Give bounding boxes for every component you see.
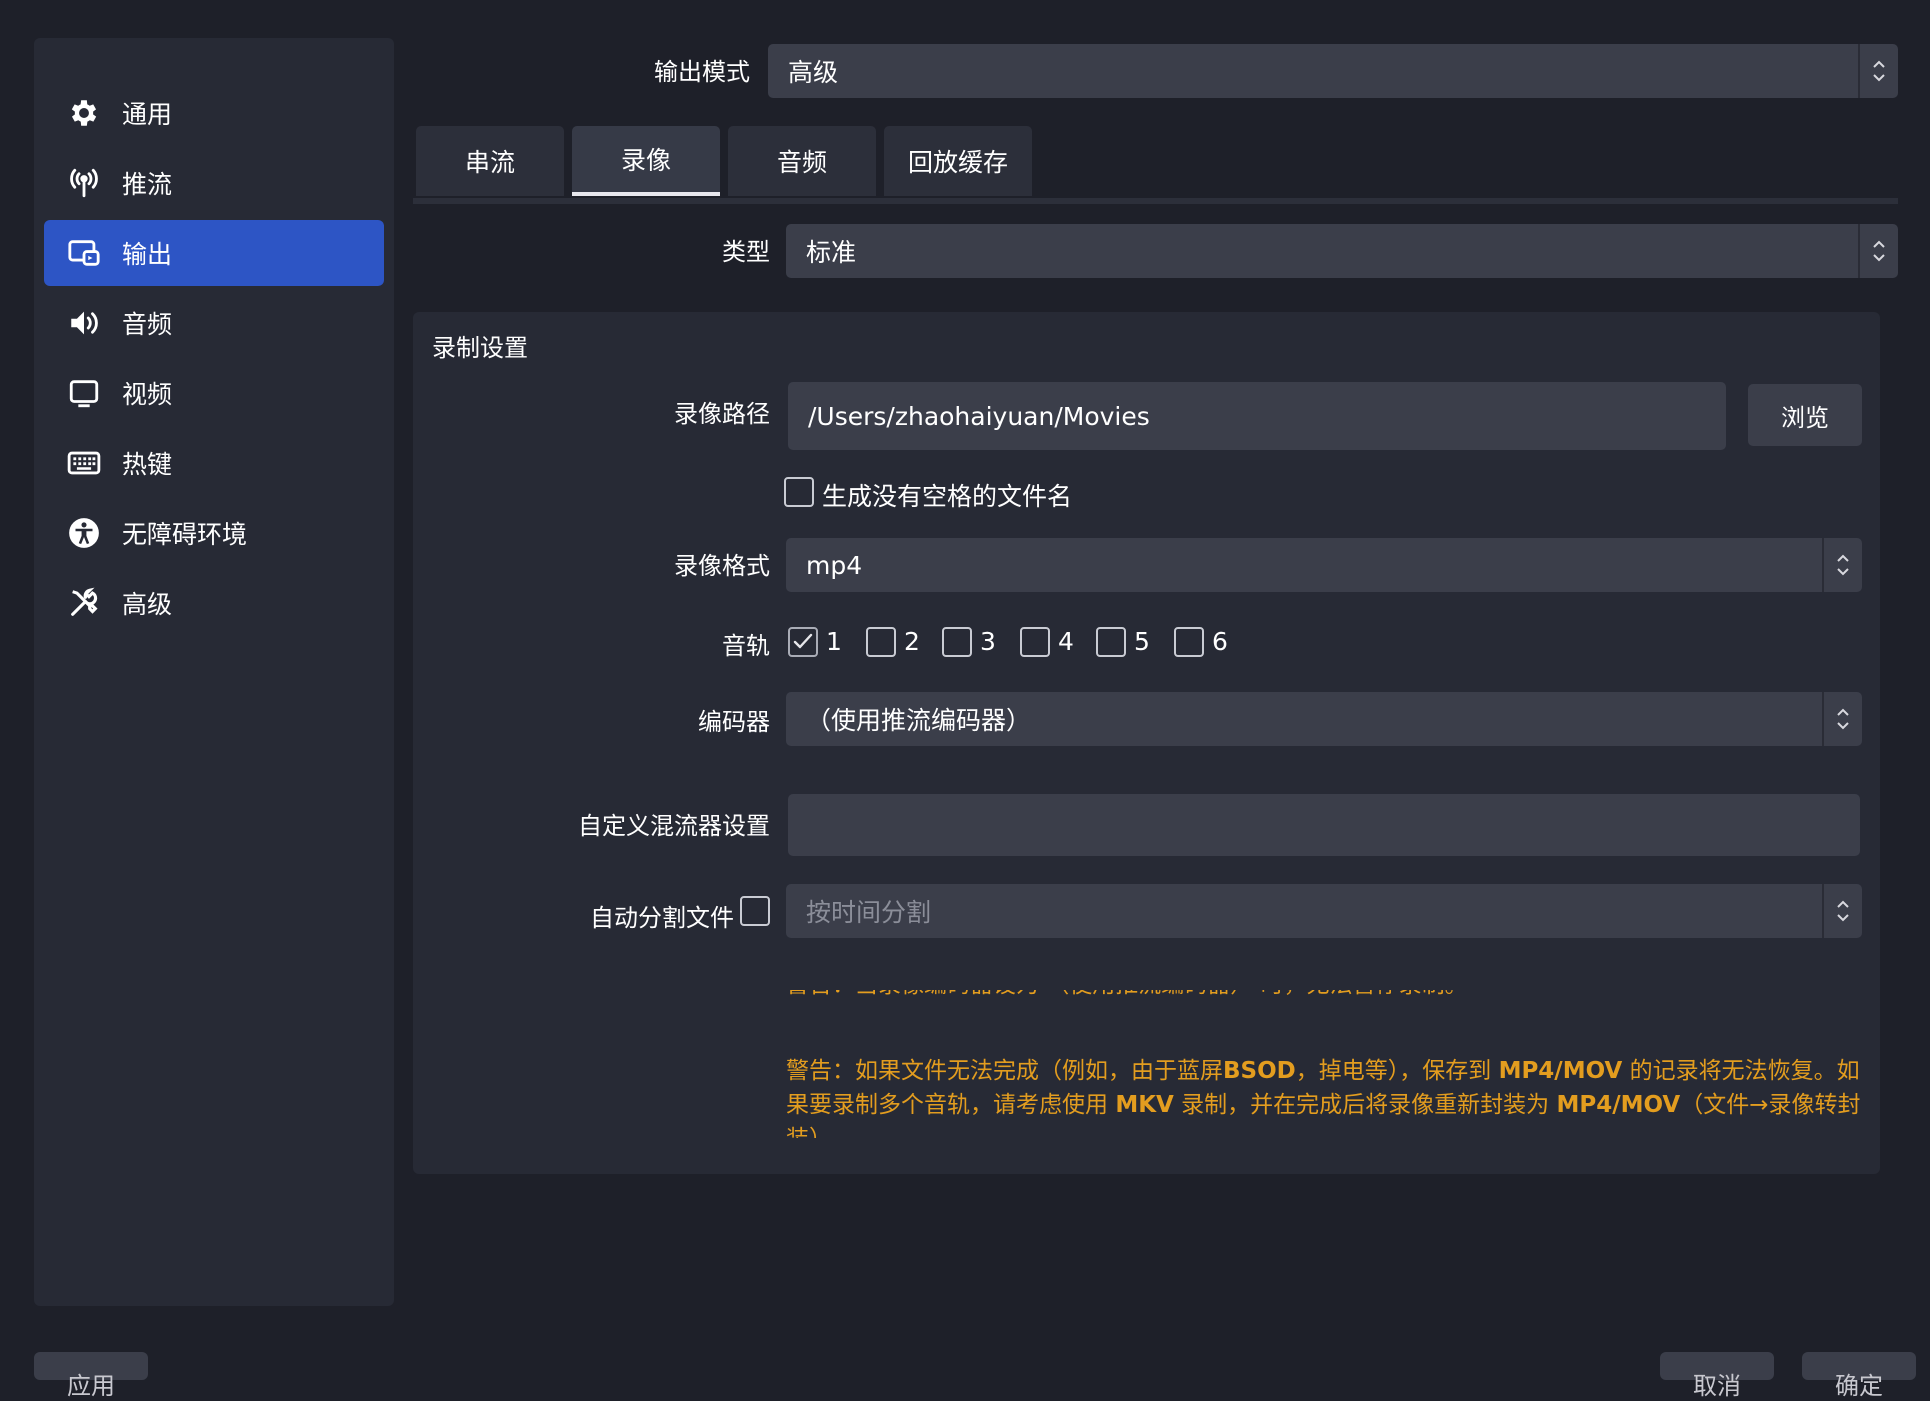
sidebar-item-label: 热键: [122, 450, 173, 479]
sidebar-item-output[interactable]: 输出: [44, 220, 384, 286]
output-icon: [66, 235, 102, 271]
apply-button[interactable]: 应用: [34, 1352, 148, 1400]
tab-streaming[interactable]: 串流: [416, 126, 564, 196]
tools-icon: [66, 585, 102, 621]
encoder-label: 编码器: [698, 708, 770, 736]
group-title: 录制设置: [432, 334, 528, 362]
keyboard-icon: [66, 445, 102, 481]
split-mode-value: 按时间分割: [806, 898, 932, 927]
track-1-checkbox[interactable]: [788, 627, 818, 657]
sidebar-item-stream[interactable]: 推流: [44, 150, 384, 216]
output-mode-value: 高级: [788, 58, 839, 87]
sidebar-item-accessibility[interactable]: 无障碍环境: [44, 500, 384, 566]
accessibility-icon: [66, 515, 102, 551]
gear-icon: [66, 95, 102, 131]
track-2-label: 2: [904, 627, 920, 656]
output-mode-label: 输出模式: [654, 58, 750, 86]
browse-button[interactable]: 浏览: [1748, 384, 1862, 446]
custom-muxer-input[interactable]: [788, 794, 1860, 856]
type-label: 类型: [722, 238, 770, 266]
checkmark-icon: [793, 633, 813, 649]
recording-format-label: 录像格式: [674, 552, 770, 580]
track-4-checkbox[interactable]: [1020, 627, 1050, 657]
sidebar-item-label: 无障碍环境: [122, 520, 248, 549]
sidebar-item-label: 视频: [122, 380, 173, 409]
recording-path-label: 录像路径: [674, 400, 770, 428]
speaker-icon: [66, 305, 102, 341]
chevron-updown-icon: [1858, 44, 1898, 98]
sidebar-item-video[interactable]: 视频: [44, 360, 384, 426]
output-mode-select[interactable]: 高级: [768, 44, 1898, 98]
type-select[interactable]: 标准: [786, 224, 1898, 278]
audio-tracks-label: 音轨: [722, 632, 770, 660]
track-3-label: 3: [980, 627, 996, 656]
track-3-checkbox[interactable]: [942, 627, 972, 657]
pause-warning-text: 警告：当录像编码器设为 （使用推流编码器） 时，无法暂停录制。: [786, 990, 1468, 1002]
sidebar-item-label: 通用: [122, 100, 173, 129]
track-2-checkbox[interactable]: [866, 627, 896, 657]
type-value: 标准: [806, 238, 857, 267]
sidebar-item-label: 推流: [122, 170, 173, 199]
sidebar-item-label: 音频: [122, 310, 173, 339]
sidebar-item-hotkeys[interactable]: 热键: [44, 430, 384, 496]
chevron-updown-icon: [1822, 884, 1862, 938]
recording-format-select[interactable]: mp4: [786, 538, 1862, 592]
chevron-updown-icon: [1858, 224, 1898, 278]
monitor-icon: [66, 375, 102, 411]
chevron-updown-icon: [1822, 538, 1862, 592]
settings-sidebar: 通用 推流 输出 音频 视频 热键 无障碍环境 高级: [34, 38, 394, 1306]
sidebar-item-general[interactable]: 通用: [44, 80, 384, 146]
encoder-select[interactable]: （使用推流编码器）: [786, 692, 1862, 746]
custom-muxer-label: 自定义混流器设置: [578, 812, 770, 840]
track-4-label: 4: [1058, 627, 1074, 656]
sidebar-item-label: 高级: [122, 590, 173, 619]
antenna-icon: [66, 165, 102, 201]
tab-audio[interactable]: 音频: [728, 126, 876, 196]
track-1-label: 1: [826, 627, 842, 656]
tab-replay-buffer[interactable]: 回放缓存: [884, 126, 1032, 196]
recording-path-input[interactable]: /Users/zhaohaiyuan/Movies: [788, 382, 1726, 450]
sidebar-item-audio[interactable]: 音频: [44, 290, 384, 356]
recording-format-value: mp4: [806, 550, 863, 580]
tab-recording[interactable]: 录像: [572, 126, 720, 196]
cancel-button[interactable]: 取消: [1660, 1352, 1774, 1400]
sidebar-item-label: 输出: [122, 240, 173, 269]
ok-button[interactable]: 确定: [1802, 1352, 1916, 1400]
auto-split-label: 自动分割文件: [590, 904, 734, 932]
no-space-filename-checkbox[interactable]: [784, 477, 814, 507]
sidebar-item-advanced[interactable]: 高级: [44, 570, 384, 636]
track-6-label: 6: [1212, 627, 1228, 656]
auto-split-checkbox[interactable]: [740, 896, 770, 926]
warnings-area: 警告：当录像编码器设为 （使用推流编码器） 时，无法暂停录制。 警告：如果文件无…: [786, 990, 1876, 1138]
file-warning-text: 警告：如果文件无法完成（例如，由于蓝屏BSOD，掉电等），保存到 MP4/MOV…: [786, 1058, 1861, 1138]
chevron-updown-icon: [1822, 692, 1862, 746]
split-mode-select[interactable]: 按时间分割: [786, 884, 1862, 938]
encoder-value: （使用推流编码器）: [806, 706, 1032, 735]
no-space-filename-label: 生成没有空格的文件名: [822, 482, 1073, 511]
track-5-checkbox[interactable]: [1096, 627, 1126, 657]
tabs-baseline: [413, 198, 1898, 204]
track-5-label: 5: [1134, 627, 1150, 656]
track-6-checkbox[interactable]: [1174, 627, 1204, 657]
